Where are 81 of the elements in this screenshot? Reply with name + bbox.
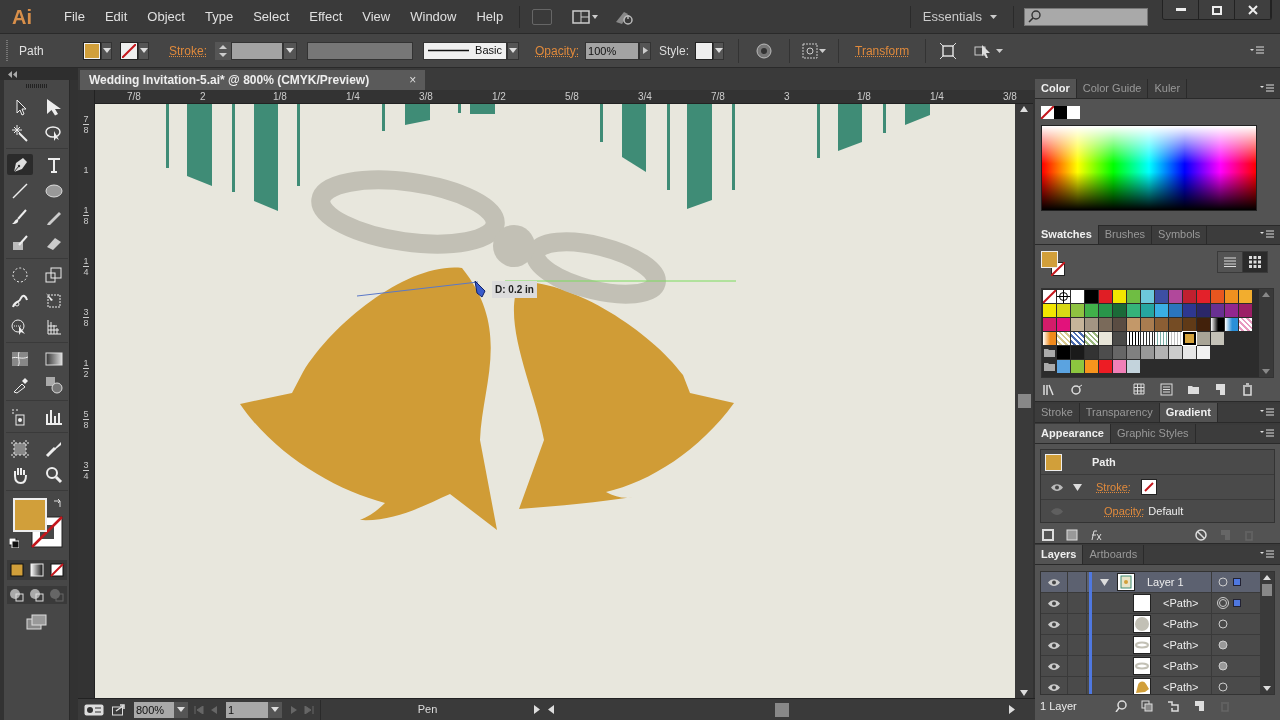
ruler-number: 3/4 (638, 90, 653, 103)
brush-name: Basic (475, 43, 502, 59)
ruler-number: 7/8 (711, 90, 726, 103)
layer-name: Layer 1 (1147, 574, 1184, 590)
ruler-number: 4 (83, 266, 89, 277)
panel-tab[interactable]: Symbols (1152, 225, 1208, 244)
brush-field[interactable]: Basic (423, 41, 507, 60)
layer-row[interactable]: <Path> (1041, 635, 1260, 656)
ruler-number: 8 (83, 419, 89, 430)
selection-label: Path (19, 42, 45, 60)
style-label: Style: (659, 42, 690, 60)
ruler-number: 3/8 (419, 90, 434, 103)
menu-item[interactable]: Effect (299, 6, 353, 27)
panel-tab[interactable]: Appearance (1035, 424, 1111, 443)
layer-count: 1 Layer (1040, 698, 1077, 714)
measurement-tooltip: D: 0.2 in (492, 281, 537, 298)
ruler-number: 1 (83, 205, 89, 215)
tab-close-button[interactable]: × (409, 71, 417, 89)
panel-tab[interactable]: Brushes (1098, 225, 1153, 244)
ruler-number: 4 (83, 470, 89, 481)
layer-name: <Path> (1163, 616, 1199, 632)
ruler-number: 5 (83, 409, 89, 419)
ruler-number: 3 (83, 460, 89, 470)
panel-tab[interactable]: Swatches (1035, 225, 1099, 244)
ruler-number: 1/4 (930, 90, 945, 103)
opacity-field[interactable]: 100% (585, 41, 640, 60)
menu-item[interactable]: Window (400, 6, 467, 27)
panel-tab[interactable]: Artboards (1083, 545, 1145, 564)
ruler-number: 1 (83, 165, 89, 175)
transform-link[interactable]: Transform (855, 41, 910, 60)
ruler-number: 8 (83, 317, 89, 328)
ruler-number: 3/8 (1003, 90, 1018, 103)
stroke-link[interactable]: Stroke: (169, 41, 207, 60)
layer-name: <Path> (1163, 595, 1199, 611)
menu-item[interactable]: View (352, 6, 401, 27)
panel-tab[interactable]: Stroke (1035, 403, 1080, 422)
ruler-number: 3 (784, 90, 791, 103)
page-field[interactable]: 1 (226, 701, 268, 718)
menu-item[interactable]: Object (137, 6, 195, 27)
ruler-number: 8 (83, 215, 89, 226)
ruler-number: 1 (83, 358, 89, 368)
layer-row[interactable]: <Path> (1041, 614, 1260, 635)
menu-item[interactable]: Type (194, 6, 244, 27)
layer-row[interactable]: <Path> (1041, 656, 1260, 677)
panel-tab[interactable]: Kuler (1148, 79, 1188, 98)
layer-row[interactable]: <Path> (1041, 677, 1260, 694)
ruler-number: 5/8 (565, 90, 580, 103)
ruler-number: 1/8 (273, 90, 288, 103)
ruler-number: 3 (83, 307, 89, 317)
opacity-link[interactable]: Opacity: (535, 41, 580, 60)
menu-item[interactable]: Select (243, 6, 300, 27)
panel-tab[interactable]: Gradient (1159, 403, 1218, 422)
document-title: Wedding Invitation-5.ai* @ 800% (CMYK/Preview) (89, 72, 370, 89)
layer-row[interactable]: <Path> (1041, 593, 1260, 614)
layer-name: <Path> (1163, 658, 1199, 674)
ruler-number: 2 (200, 90, 207, 103)
panel-tab[interactable]: Graphic Styles (1111, 424, 1196, 443)
ruler-number: 1/8 (857, 90, 872, 103)
layer-name: <Path> (1163, 679, 1199, 694)
menu-item[interactable]: Help (466, 6, 514, 27)
ruler-number: 1/2 (492, 90, 507, 103)
menu-item[interactable]: File (54, 6, 95, 27)
workspace-switcher[interactable]: Essentials (922, 6, 997, 27)
document-tab[interactable]: Wedding Invitation-5.ai* @ 800% (CMYK/Preview) × (80, 70, 426, 90)
appearance-title: Path (1092, 454, 1116, 470)
ruler-number: 7/8 (127, 90, 142, 103)
ruler-number: 1/4 (346, 90, 361, 103)
ruler-number: 8 (83, 124, 89, 135)
panel-tab[interactable]: Color (1035, 79, 1077, 98)
ruler-number: 2 (83, 368, 89, 379)
panel-tab[interactable]: Transparency (1079, 403, 1160, 422)
opacity-value: Default (1148, 503, 1184, 519)
ruler-number: 7 (83, 114, 89, 124)
panel-tab[interactable]: Color Guide (1076, 79, 1149, 98)
app-logo: Ai (12, 4, 32, 30)
layer-row[interactable]: Layer 1 (1041, 572, 1260, 593)
zoom-field[interactable]: 800% (134, 701, 174, 718)
menu-item[interactable]: Edit (94, 6, 138, 27)
layer-name: <Path> (1163, 637, 1199, 653)
ruler-number: 1 (83, 256, 89, 266)
panel-tab[interactable]: Layers (1035, 545, 1084, 564)
